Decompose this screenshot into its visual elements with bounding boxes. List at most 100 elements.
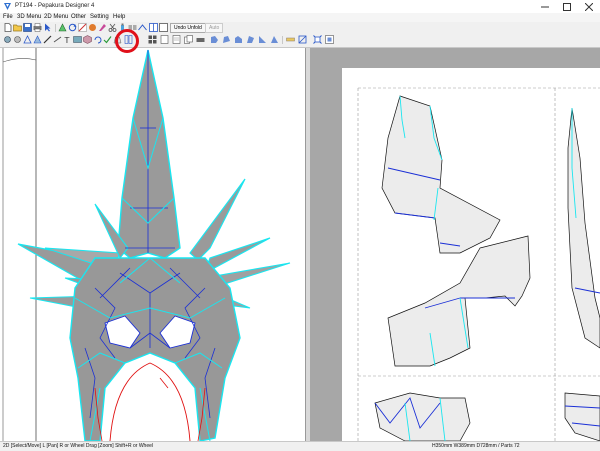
app-icon bbox=[4, 3, 11, 10]
close-icon bbox=[585, 3, 593, 11]
cube-button[interactable] bbox=[83, 35, 92, 44]
text-button[interactable]: T bbox=[63, 35, 72, 44]
layout-button-3[interactable] bbox=[172, 35, 181, 44]
zoom-icon bbox=[325, 35, 334, 44]
part-join-icon bbox=[235, 36, 242, 43]
part-button-2[interactable] bbox=[222, 35, 231, 44]
view-3d-button[interactable] bbox=[149, 23, 158, 32]
folder-icon bbox=[13, 24, 22, 32]
close-button[interactable] bbox=[578, 0, 600, 13]
part-split-icon bbox=[247, 36, 254, 43]
scale-icon bbox=[298, 35, 307, 44]
scissors-icon bbox=[108, 23, 117, 32]
settings-button[interactable] bbox=[13, 35, 22, 44]
part-button-6[interactable] bbox=[270, 35, 279, 44]
title-bar: PT194 - Pepakura Designer 4 bbox=[0, 0, 600, 14]
new-file-button[interactable] bbox=[3, 23, 12, 32]
line-icon bbox=[53, 36, 62, 43]
separator bbox=[55, 24, 56, 32]
toolbar-main: Undo Unfold Auto bbox=[0, 22, 600, 34]
part-button-3[interactable] bbox=[234, 35, 243, 44]
menu-file[interactable]: File bbox=[3, 14, 13, 20]
ruler-icon bbox=[286, 37, 295, 42]
rotate-button[interactable] bbox=[68, 23, 77, 32]
check-icon bbox=[103, 36, 112, 44]
unfold-button[interactable] bbox=[58, 23, 67, 32]
part-button-4[interactable] bbox=[246, 35, 255, 44]
grid-icon bbox=[148, 35, 157, 44]
layout-button-5[interactable] bbox=[196, 35, 205, 44]
part-move-icon bbox=[211, 36, 218, 43]
image-button[interactable] bbox=[73, 35, 82, 44]
window-controls bbox=[534, 0, 600, 13]
edge-id-icon bbox=[78, 23, 87, 32]
zoom-button[interactable] bbox=[325, 35, 334, 44]
layout-button-4[interactable] bbox=[184, 35, 193, 44]
page-icon bbox=[160, 35, 169, 44]
layout-button-2[interactable] bbox=[160, 35, 169, 44]
pen-icon bbox=[43, 35, 52, 44]
maximize-button[interactable] bbox=[556, 0, 578, 13]
fit-view-button[interactable] bbox=[313, 35, 322, 44]
print-button[interactable] bbox=[33, 23, 42, 32]
texture-button[interactable] bbox=[88, 23, 97, 32]
texture-icon bbox=[89, 24, 96, 31]
show-edges-button[interactable] bbox=[23, 35, 32, 44]
printer-icon bbox=[196, 38, 205, 42]
paint-icon bbox=[99, 24, 106, 31]
menu-help[interactable]: Help bbox=[113, 14, 125, 20]
pages-icon bbox=[184, 35, 193, 44]
save-icon bbox=[23, 23, 32, 32]
status-hint: 2D [Select/Move] L [Pan] R or Wheel Drag… bbox=[3, 443, 154, 449]
redo-button[interactable] bbox=[93, 35, 102, 44]
open-file-button[interactable] bbox=[13, 23, 22, 32]
auto-button[interactable]: Auto bbox=[205, 23, 224, 33]
menu-3d[interactable]: 3D Menu bbox=[17, 14, 41, 20]
pen-button[interactable] bbox=[43, 35, 52, 44]
separator bbox=[282, 36, 283, 44]
edge-id-button[interactable] bbox=[78, 23, 87, 32]
select-mode-button[interactable] bbox=[43, 23, 52, 32]
tool-button-a[interactable] bbox=[108, 23, 117, 32]
text-icon: T bbox=[64, 36, 70, 44]
3d-view[interactable] bbox=[0, 48, 306, 441]
paper-sheet bbox=[342, 68, 600, 441]
part-button-1[interactable] bbox=[210, 35, 219, 44]
menu-setting[interactable]: Setting bbox=[90, 14, 109, 20]
window-title: PT194 - Pepakura Designer 4 bbox=[15, 3, 95, 9]
rotate-icon bbox=[68, 23, 77, 32]
part-flip-icon bbox=[259, 36, 266, 43]
svg-text:T: T bbox=[64, 36, 70, 44]
crown-model[interactable] bbox=[17, 49, 291, 441]
zoom-fit-button[interactable] bbox=[3, 35, 12, 44]
2d-view[interactable] bbox=[310, 48, 600, 441]
scale-button[interactable] bbox=[298, 35, 307, 44]
settings-icon bbox=[14, 36, 21, 43]
paint-button[interactable] bbox=[98, 23, 107, 32]
menu-other[interactable]: Other bbox=[71, 14, 86, 20]
page-lines-icon bbox=[172, 35, 181, 44]
menu-2d[interactable]: 2D Menu bbox=[44, 14, 68, 20]
check-button[interactable] bbox=[103, 35, 112, 44]
tool-button-d[interactable] bbox=[138, 23, 147, 32]
faces-icon bbox=[33, 35, 42, 44]
part-button-5[interactable] bbox=[258, 35, 267, 44]
measure-button[interactable] bbox=[286, 35, 295, 44]
toolbar-secondary: T bbox=[0, 34, 600, 48]
gear-icon bbox=[4, 36, 11, 43]
3d-model-canvas[interactable] bbox=[0, 48, 305, 441]
minimize-button[interactable] bbox=[534, 0, 556, 13]
save-button[interactable] bbox=[23, 23, 32, 32]
menu-bar: File 3D Menu 2D Menu Other Setting Help bbox=[0, 13, 600, 22]
2d-pattern-canvas[interactable] bbox=[310, 48, 600, 441]
line-button[interactable] bbox=[53, 35, 62, 44]
layout-button-1[interactable] bbox=[148, 35, 157, 44]
status-dimensions: H350mm W389mm D728mm / Parts 72 bbox=[432, 443, 520, 449]
undo-unfold-button[interactable]: Undo Unfold bbox=[170, 23, 206, 33]
unfold-icon bbox=[58, 23, 67, 32]
show-faces-button[interactable] bbox=[33, 35, 42, 44]
fold-icon bbox=[138, 24, 147, 31]
view-2d-button[interactable] bbox=[159, 23, 168, 32]
pointer-icon bbox=[45, 23, 51, 32]
print-icon bbox=[33, 23, 42, 32]
